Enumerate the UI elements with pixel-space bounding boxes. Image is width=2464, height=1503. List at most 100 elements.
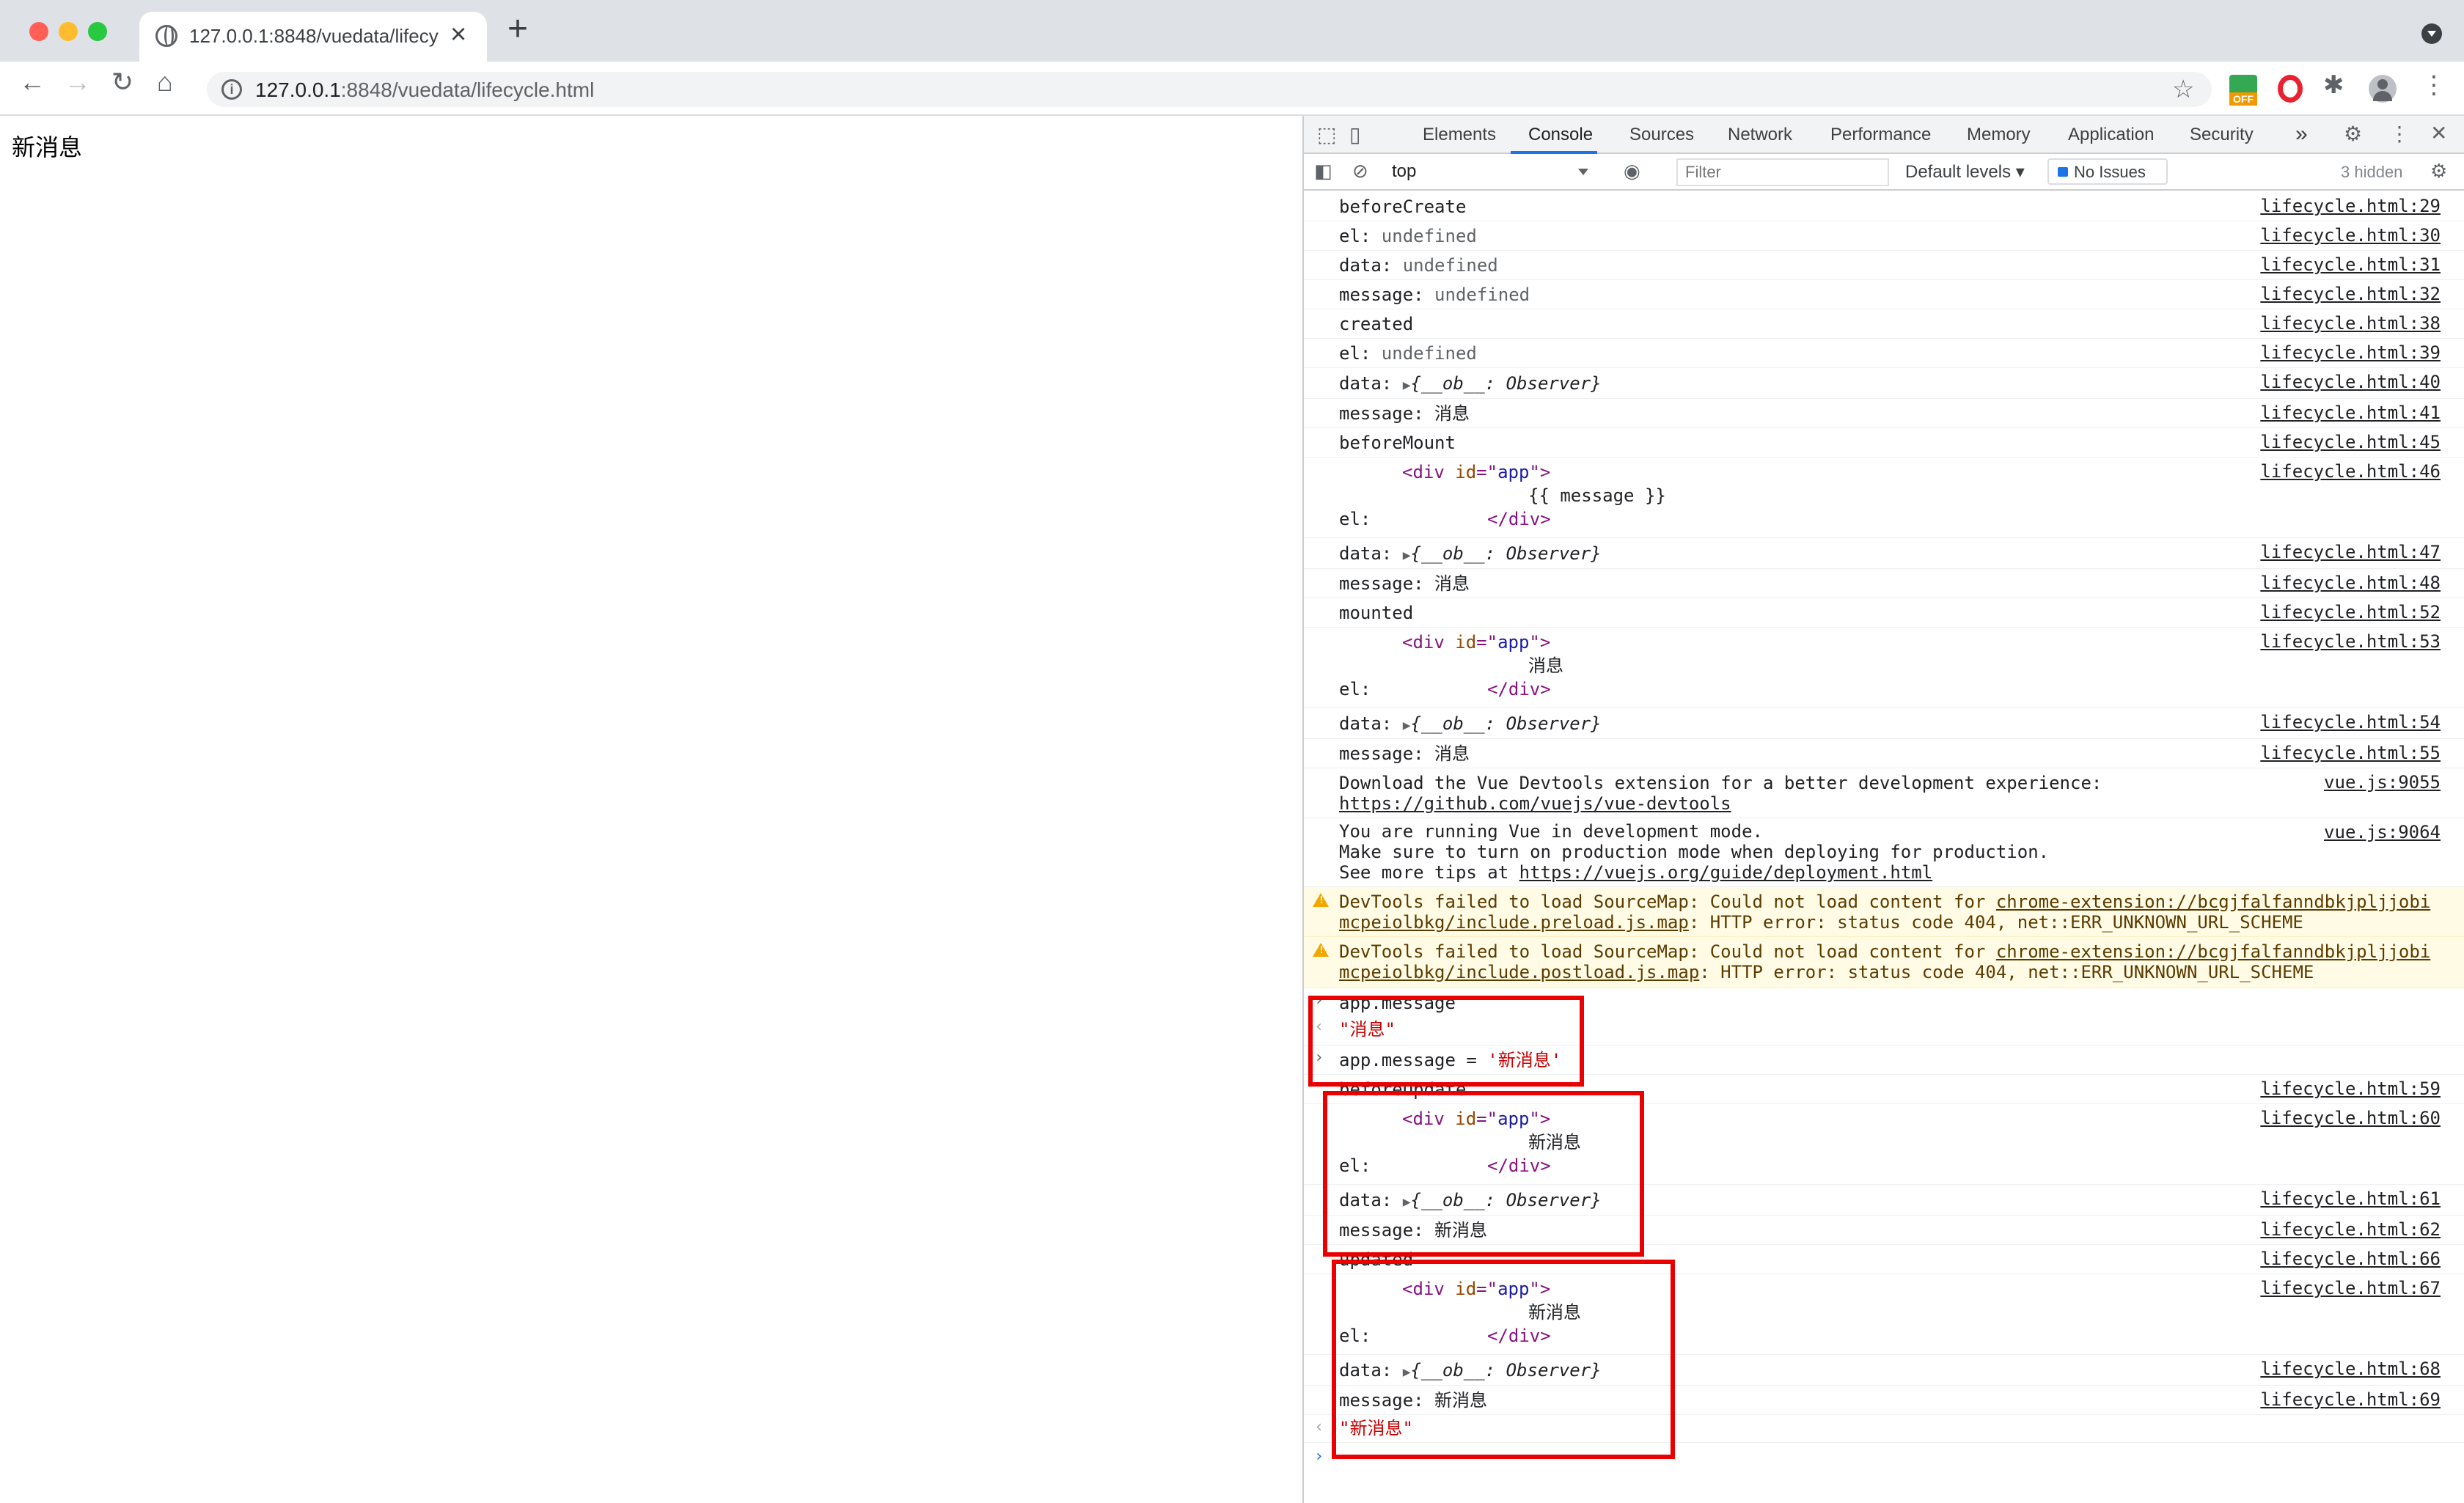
log-value: 新消息 (1434, 1390, 1488, 1411)
minimize-window-button[interactable] (59, 22, 78, 41)
clear-console-icon[interactable]: ⊘ (1352, 161, 1368, 180)
site-info-icon[interactable]: i (221, 79, 242, 100)
reload-icon[interactable]: ↻ (111, 69, 133, 95)
dom-open-tag[interactable]: <div id="app"> (1402, 462, 1550, 482)
source-link[interactable]: lifecycle.html:53 (2260, 631, 2441, 652)
warning-link[interactable]: mcpeiolbkg/include.preload.js.map (1339, 912, 1689, 933)
source-link[interactable]: lifecycle.html:31 (2260, 254, 2441, 275)
home-icon[interactable]: ⌂ (157, 69, 173, 95)
source-link[interactable]: lifecycle.html:30 (2260, 225, 2441, 246)
extension-off-icon[interactable]: OFF (2229, 75, 2257, 106)
source-link[interactable]: lifecycle.html:41 (2260, 403, 2441, 423)
source-link[interactable]: lifecycle.html:60 (2260, 1108, 2441, 1128)
warning-link[interactable]: chrome-extension://bcgjfalfanndbkjpljjob… (1996, 941, 2430, 962)
source-link[interactable]: lifecycle.html:40 (2260, 372, 2441, 392)
tab-console[interactable]: Console (1528, 125, 1593, 145)
log-object[interactable]: {__ob__: Observer} (1411, 1360, 1602, 1381)
log-levels-dropdown[interactable]: Default levels ▾ (1905, 161, 2025, 183)
source-link[interactable]: lifecycle.html:66 (2260, 1249, 2441, 1269)
console-filter-input[interactable] (1676, 158, 1889, 186)
context-selector[interactable]: top (1392, 161, 1588, 182)
new-tab-button[interactable]: + (507, 12, 528, 47)
console-prompt[interactable]: › (1304, 1443, 2464, 1475)
log-link[interactable]: https://github.com/vuejs/vue-devtools (1339, 793, 1731, 814)
tab-performance[interactable]: Performance (1830, 125, 1931, 145)
expand-triangle-icon[interactable]: ▶ (1403, 378, 1411, 393)
source-link[interactable]: lifecycle.html:38 (2260, 313, 2441, 334)
dom-inner-text: 新消息 (1528, 1132, 1581, 1153)
devtools-menu-icon[interactable]: ⋮ (2389, 124, 2410, 144)
source-link[interactable]: lifecycle.html:46 (2260, 461, 2441, 482)
log-object[interactable]: {__ob__: Observer} (1411, 713, 1602, 734)
close-devtools-icon[interactable]: ✕ (2430, 123, 2447, 144)
source-link[interactable]: lifecycle.html:62 (2260, 1219, 2441, 1240)
more-tabs-button[interactable]: » (2295, 122, 2308, 147)
inspect-element-icon[interactable]: ⬚ (1317, 125, 1336, 145)
log-link[interactable]: https://vuejs.org/guide/deployment.html (1519, 862, 1933, 883)
log-object[interactable]: {__ob__: Observer} (1411, 543, 1602, 564)
chrome-menu-icon[interactable]: ⋮ (2421, 70, 2449, 99)
log-row: You are running Vue in development mode.… (1304, 818, 2464, 887)
tab-memory[interactable]: Memory (1967, 125, 2031, 145)
source-link[interactable]: lifecycle.html:45 (2260, 432, 2441, 452)
source-link[interactable]: lifecycle.html:29 (2260, 196, 2441, 216)
expand-triangle-icon[interactable]: ▶ (1403, 718, 1411, 733)
bookmark-star-icon[interactable]: ☆ (2172, 75, 2194, 104)
source-link[interactable]: lifecycle.html:59 (2260, 1078, 2441, 1099)
puzzle-extensions-icon[interactable]: ✱ (2323, 70, 2351, 99)
log-object[interactable]: {__ob__: Observer} (1411, 373, 1602, 394)
tab-elements[interactable]: Elements (1423, 125, 1496, 145)
expand-triangle-icon[interactable]: ▶ (1403, 1194, 1411, 1210)
source-link[interactable]: lifecycle.html:39 (2260, 342, 2441, 363)
profile-avatar-icon[interactable] (2369, 75, 2397, 103)
tab-close-button[interactable]: × (450, 19, 466, 51)
browser-tab[interactable]: 127.0.0.1:8848/vuedata/lifecycle.html × (139, 12, 487, 62)
sidebar-toggle-icon[interactable]: ◧ (1314, 161, 1332, 180)
log-row: data: ▶{__ob__: Observer} lifecycle.html… (1304, 538, 2464, 569)
url-text[interactable]: 127.0.0.1:8848/vuedata/lifecycle.html (255, 78, 594, 102)
dom-open-tag[interactable]: <div id="app"> (1402, 632, 1550, 653)
source-link[interactable]: lifecycle.html:54 (2260, 712, 2441, 732)
source-link[interactable]: lifecycle.html:47 (2260, 542, 2441, 562)
expand-triangle-icon[interactable]: ▶ (1403, 548, 1411, 563)
log-row: el: undefined lifecycle.html:30 (1304, 221, 2464, 251)
command-input-string[interactable]: '新消息' (1487, 1050, 1561, 1070)
tab-sources[interactable]: Sources (1629, 125, 1694, 145)
tab-security[interactable]: Security (2190, 125, 2254, 145)
expand-triangle-icon[interactable]: ▶ (1403, 1364, 1411, 1380)
command-input-prefix[interactable]: app.message = (1339, 1050, 1487, 1070)
dom-open-tag[interactable]: <div id="app"> (1402, 1279, 1550, 1299)
source-link[interactable]: lifecycle.html:48 (2260, 573, 2441, 593)
source-link[interactable]: lifecycle.html:68 (2260, 1359, 2441, 1379)
log-label: data: (1339, 713, 1403, 734)
source-link[interactable]: lifecycle.html:32 (2260, 284, 2441, 304)
source-link[interactable]: lifecycle.html:69 (2260, 1389, 2441, 1410)
source-link[interactable]: lifecycle.html:52 (2260, 602, 2441, 622)
tab-application[interactable]: Application (2068, 125, 2154, 145)
browser-window: 127.0.0.1:8848/vuedata/lifecycle.html × … (0, 0, 2464, 1503)
address-bar[interactable]: i 127.0.0.1:8848/vuedata/lifecycle.html … (207, 72, 2212, 107)
opera-extension-icon[interactable] (2278, 75, 2303, 103)
tab-network[interactable]: Network (1728, 125, 1792, 145)
maximize-window-button[interactable] (88, 22, 107, 41)
source-link[interactable]: vue.js:9055 (2324, 772, 2441, 793)
log-object[interactable]: {__ob__: Observer} (1411, 1190, 1602, 1210)
console-settings-icon[interactable]: ⚙ (2430, 161, 2447, 180)
back-arrow-icon[interactable]: ← (19, 69, 45, 95)
source-link[interactable]: lifecycle.html:55 (2260, 743, 2441, 763)
close-window-button[interactable] (29, 22, 48, 41)
command-input[interactable]: app.message (1339, 993, 1456, 1013)
warning-link[interactable]: chrome-extension://bcgjfalfanndbkjpljjob… (1996, 892, 2430, 912)
dom-open-tag[interactable]: <div id="app"> (1402, 1109, 1550, 1129)
source-link[interactable]: vue.js:9064 (2324, 822, 2441, 842)
live-expression-eye-icon[interactable]: ◉ (1624, 161, 1640, 180)
issues-button[interactable]: No Issues (2047, 158, 2168, 185)
forward-arrow-icon[interactable]: → (65, 69, 91, 95)
tab-search-icon[interactable] (2421, 23, 2442, 44)
source-link[interactable]: lifecycle.html:61 (2260, 1188, 2441, 1209)
warning-icon (1313, 943, 1329, 957)
device-toggle-icon[interactable]: ▯ (1349, 125, 1360, 145)
settings-gear-icon[interactable]: ⚙ (2344, 124, 2362, 144)
warning-link[interactable]: mcpeiolbkg/include.postload.js.map (1339, 962, 1699, 982)
source-link[interactable]: lifecycle.html:67 (2260, 1278, 2441, 1298)
